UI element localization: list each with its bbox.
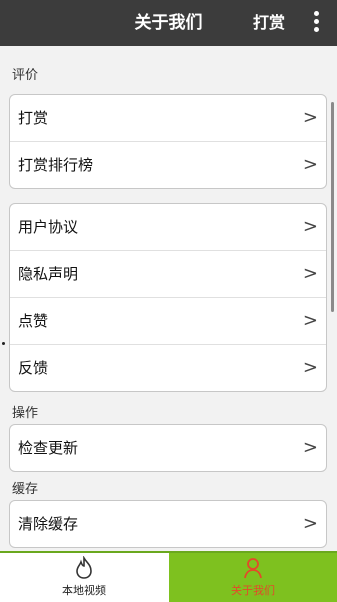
section-title-rating: 评价 [12,68,39,83]
card-misc: 用户协议 > 隐私声明 > 点赞 > 反馈 > [9,203,327,392]
tab-label: 关于我们 [231,584,275,597]
settings-list[interactable]: 评价 打赏 > 打赏排行榜 > 用户协议 > 隐私声明 > 点赞 > 反馈 > … [0,46,337,551]
page-title: 关于我们 [134,13,203,33]
focus-dot [2,342,5,345]
chevron-right-icon: > [302,263,318,284]
flame-icon [0,553,168,584]
list-item-like[interactable]: 点赞 > [10,297,326,344]
chevron-right-icon: > [302,216,318,237]
list-item-label: 隐私声明 [18,265,79,283]
section-title-operation: 操作 [12,406,39,421]
list-item-reward-ranking[interactable]: 打赏排行榜 > [10,141,326,188]
section-title-cache: 缓存 [12,482,39,497]
more-vertical-icon[interactable] [311,11,321,35]
card-rating: 打赏 > 打赏排行榜 > [9,94,327,189]
list-item-label: 打赏排行榜 [18,156,94,174]
card-operation: 检查更新 > [9,424,327,472]
list-item-label: 点赞 [18,312,49,330]
tab-local-video[interactable]: 本地视频 [0,553,168,602]
list-item-user-agreement[interactable]: 用户协议 > [10,204,326,250]
card-cache: 清除缓存 > [9,500,327,548]
chevron-right-icon: > [302,357,318,378]
list-item-label: 反馈 [18,359,49,377]
chevron-right-icon: > [302,437,318,458]
chevron-right-icon: > [302,513,318,534]
list-item-privacy[interactable]: 隐私声明 > [10,250,326,297]
list-item-clear-cache[interactable]: 清除缓存 > [10,501,326,547]
chevron-right-icon: > [302,107,318,128]
list-item-reward[interactable]: 打赏 > [10,95,326,141]
list-item-label: 检查更新 [18,439,79,457]
list-item-label: 清除缓存 [18,515,79,533]
tab-label: 本地视频 [62,584,106,597]
list-item-label: 打赏 [18,109,49,127]
tab-about-us[interactable]: 关于我们 [169,553,337,602]
list-item-check-update[interactable]: 检查更新 > [10,425,326,471]
chevron-right-icon: > [302,310,318,331]
list-item-label: 用户协议 [18,218,79,236]
person-icon [169,553,337,584]
reward-button[interactable]: 打赏 [253,0,285,46]
scrollbar[interactable] [331,102,334,312]
chevron-right-icon: > [302,154,318,175]
list-item-feedback[interactable]: 反馈 > [10,344,326,391]
app-header: 关于我们 打赏 [0,0,337,46]
bottom-tab-bar: 本地视频 关于我们 [0,551,337,602]
